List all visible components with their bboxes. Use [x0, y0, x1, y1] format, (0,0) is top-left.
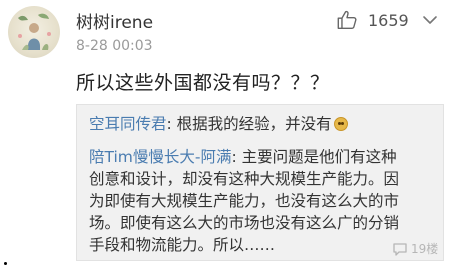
- reply-author-link[interactable]: 空耳同传君: [89, 115, 167, 133]
- timestamp: 8-28 00:03: [76, 38, 153, 54]
- edge-dot: [4, 262, 7, 265]
- watermark: 19楼: [392, 240, 438, 257]
- chevron-down-icon[interactable]: [421, 11, 439, 29]
- replies-panel[interactable]: 空耳同传君: 根据我的经验，并没有 陪Tim慢慢长大-阿满: 主要问题是他们有这…: [76, 104, 444, 261]
- comment-text: 所以这些外国都没有吗？？？: [76, 72, 330, 94]
- reply-text-line: 创意和设计，却没有这种大规模生产能力。因: [89, 170, 400, 188]
- like-count: 1659: [368, 10, 409, 30]
- reply-item[interactable]: 陪Tim慢慢长大-阿满: 主要问题是他们有这种 创意和设计，却没有这种大规模生产…: [89, 146, 441, 256]
- like-button[interactable]: 1659: [336, 8, 409, 32]
- reply-item[interactable]: 空耳同传君: 根据我的经验，并没有: [89, 113, 441, 135]
- avatar-illustration: [18, 13, 51, 50]
- reply-text-line: 为即使有大规模生产能力，也没有这么大的市: [89, 192, 400, 210]
- avatar[interactable]: [8, 6, 60, 58]
- username[interactable]: 树树irene: [76, 8, 153, 33]
- watermark-text: 19楼: [411, 242, 439, 256]
- thumbs-up-icon[interactable]: [336, 9, 358, 31]
- reply-text-line: 陪Tim慢慢长大-阿满: 主要问题是他们有这种: [89, 146, 441, 168]
- reply-text-line: 手段和物流能力。所以……: [89, 236, 276, 254]
- reply-author-link[interactable]: 陪Tim慢慢长大-阿满: [89, 148, 232, 166]
- reply-text: : 根据我的经验，并没有: [166, 115, 332, 133]
- chat-bubble-icon: [393, 242, 407, 256]
- smile-emoji-icon: [333, 117, 348, 131]
- reply-text: : 主要问题是他们有这种: [231, 148, 397, 166]
- reply-text-line: 场。即使有这么大的市场也没有这么广的分销: [89, 214, 400, 232]
